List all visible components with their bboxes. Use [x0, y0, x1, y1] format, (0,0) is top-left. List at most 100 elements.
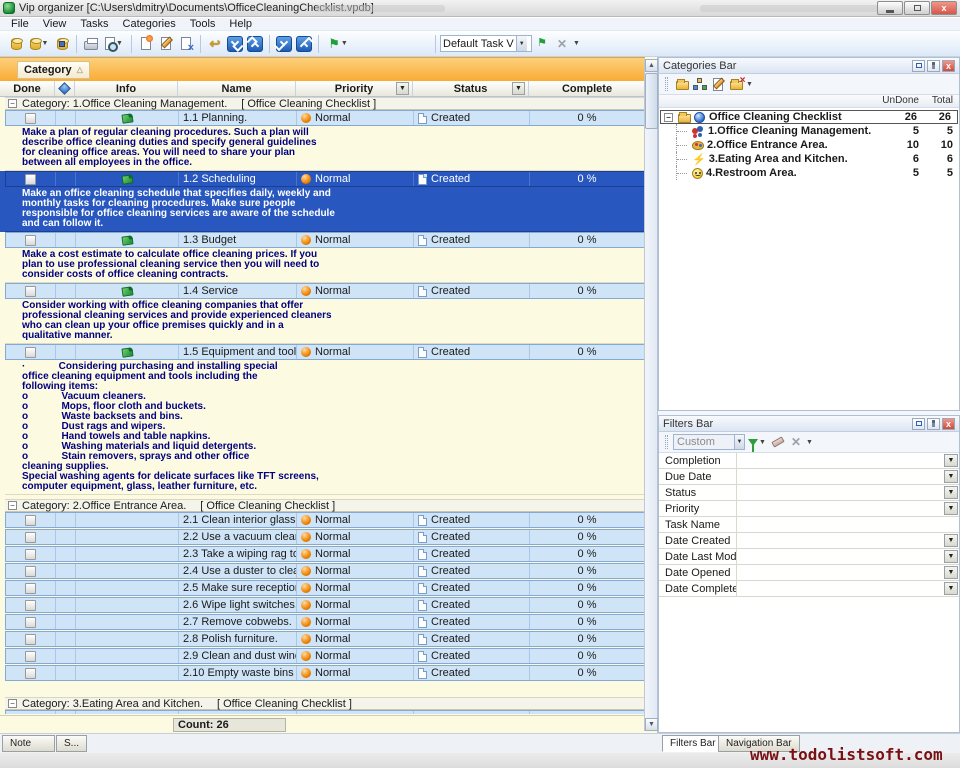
remove-filter-button[interactable]: ✕ [787, 434, 805, 451]
filter-dropdown-icon[interactable]: ▼ [944, 550, 958, 563]
menu-help[interactable]: Help [222, 18, 259, 31]
filter-dropdown-icon[interactable]: ▼ [944, 486, 958, 499]
menu-tools[interactable]: Tools [183, 18, 223, 31]
done-checkbox[interactable] [25, 286, 36, 297]
task-row-2-9[interactable]: 2.9 Clean and dust window Normal Created… [5, 648, 645, 664]
group-row-2[interactable]: − Category: 2.Office Entrance Area. [ Of… [5, 499, 645, 512]
task-row-2-1[interactable]: 2.1 Clean interior glass Normal Created … [5, 512, 645, 528]
collapse-group-icon[interactable]: − [8, 501, 17, 510]
panel-close-icon[interactable]: x [942, 418, 955, 430]
column-undone[interactable]: UnDone [873, 95, 919, 107]
filter-dropdown-icon[interactable]: ▼ [944, 454, 958, 467]
apply-filter-button[interactable]: ▼ [745, 434, 769, 451]
filter-dropdown-icon[interactable]: ▼ [944, 534, 958, 547]
done-checkbox[interactable] [25, 347, 36, 358]
priority-filter-dropdown[interactable]: ▼ [396, 82, 409, 95]
filter-value-input[interactable] [737, 469, 943, 484]
menu-categories[interactable]: Categories [116, 18, 183, 31]
edit-category-button[interactable] [709, 76, 727, 93]
task-row-2-3[interactable]: 2.3 Take a wiping rag to wash Normal Cre… [5, 546, 645, 562]
panel-pin-icon[interactable] [927, 60, 940, 72]
toolbar-overflow-icon[interactable]: ▼ [573, 40, 580, 47]
new-category-button[interactable] [673, 76, 691, 93]
filter-preset-combobox[interactable]: Custom ▼ [673, 434, 745, 450]
task-row-2-5[interactable]: 2.5 Make sure reception Normal Created 0… [5, 580, 645, 596]
vertical-scrollbar[interactable]: ▲ ▼ [644, 59, 657, 731]
tree-node-category-1[interactable]: 1.Office Cleaning Management. 5 5 [659, 124, 959, 138]
new-task-button[interactable] [136, 34, 156, 54]
move-down-button[interactable] [225, 34, 245, 54]
scroll-up-icon[interactable]: ▲ [645, 59, 658, 72]
done-checkbox[interactable] [25, 235, 36, 246]
task-row-2-2[interactable]: 2.2 Use a vacuum cleaner to Normal Creat… [5, 529, 645, 545]
done-checkbox[interactable] [25, 634, 36, 645]
filter-value-input[interactable] [737, 517, 959, 532]
categories-bar-header[interactable]: Categories Bar x [659, 58, 959, 74]
task-row-2-6[interactable]: 2.6 Wipe light switches, door Normal Cre… [5, 597, 645, 613]
group-by-band[interactable]: Category △ [0, 57, 645, 81]
filters-bar-header[interactable]: Filters Bar x [659, 416, 959, 432]
panel-restore-icon[interactable] [912, 418, 925, 430]
move-up-button[interactable] [245, 34, 265, 54]
menu-file[interactable]: File [4, 18, 36, 31]
collapse-group-icon[interactable]: − [8, 699, 17, 708]
combo-spinner[interactable]: ▼ [734, 435, 744, 449]
panel-restore-icon[interactable] [912, 60, 925, 72]
scroll-down-icon[interactable]: ▼ [645, 718, 658, 731]
collapse-group-icon[interactable]: − [8, 99, 17, 108]
clear-view-button[interactable]: ✕ [552, 34, 572, 54]
task-row-1-4[interactable]: 1.4 Service Normal Created 0 % [5, 283, 645, 299]
filter-dropdown-icon[interactable]: ▼ [944, 470, 958, 483]
filter-dropdown-icon[interactable]: ▼ [944, 502, 958, 515]
filter-dropdown-icon[interactable]: ▼ [944, 566, 958, 579]
minimize-button[interactable] [877, 1, 903, 15]
scrollbar-thumb[interactable] [645, 73, 658, 129]
title-bar[interactable]: Vip organizer [C:\Users\dmitry\Documents… [0, 0, 960, 17]
filters-toolbar-overflow-icon[interactable]: ▼ [806, 439, 813, 446]
task-row-2-7[interactable]: 2.7 Remove cobwebs. Normal Created 0 % [5, 614, 645, 630]
combo-spinner[interactable]: ▼ [516, 36, 527, 51]
column-header-status[interactable]: Status▼ [413, 81, 529, 96]
column-header-name[interactable]: Name [178, 81, 296, 96]
filter-value-input[interactable] [737, 565, 943, 580]
filter-value-input[interactable] [737, 453, 943, 468]
task-row-1-2[interactable]: 1.2 Scheduling Normal Created 0 % [5, 171, 645, 187]
task-row-2-4[interactable]: 2.4 Use a duster to clean Normal Created… [5, 563, 645, 579]
apply-view-button[interactable]: ⚑ [532, 34, 552, 54]
collapse-tree-icon[interactable]: − [664, 113, 673, 122]
task-view-combobox[interactable]: Default Task V ▼ [440, 35, 532, 52]
filter-value-input[interactable] [737, 581, 943, 596]
column-header-done[interactable]: Done [0, 81, 55, 96]
column-header-info[interactable]: Info [75, 81, 178, 96]
new-database-button[interactable] [6, 34, 26, 54]
done-checkbox[interactable] [25, 174, 36, 185]
delete-task-button[interactable] [176, 34, 196, 54]
task-row-1-3[interactable]: 1.3 Budget Normal Created 0 % [5, 232, 645, 248]
menu-tasks[interactable]: Tasks [73, 18, 115, 31]
filter-value-input[interactable] [737, 533, 943, 548]
delete-category-button[interactable] [727, 76, 745, 93]
panel-close-icon[interactable]: x [942, 60, 955, 72]
tree-node-category-4[interactable]: 4.Restroom Area. 5 5 [659, 166, 959, 180]
filter-value-input[interactable] [737, 485, 943, 500]
filter-value-input[interactable] [737, 549, 943, 564]
column-header-priority[interactable]: Priority▼ [296, 81, 413, 96]
menu-view[interactable]: View [36, 18, 74, 31]
column-header-complete[interactable]: Complete [529, 81, 645, 96]
tab-s[interactable]: S... [56, 735, 87, 752]
done-checkbox[interactable] [25, 583, 36, 594]
done-checkbox[interactable] [25, 566, 36, 577]
done-checkbox[interactable] [25, 113, 36, 124]
clear-filter-values-button[interactable] [769, 434, 787, 451]
task-view-flag-button[interactable]: ⚑▼ [323, 34, 353, 54]
task-row-2-8[interactable]: 2.8 Polish furniture. Normal Created 0 % [5, 631, 645, 647]
collapse-all-button[interactable] [294, 34, 314, 54]
categories-toolbar-overflow-icon[interactable]: ▼ [746, 81, 753, 88]
new-subcategory-button[interactable] [691, 76, 709, 93]
tree-node-checklist[interactable]: − Office Cleaning Checklist 26 26 [660, 110, 958, 124]
open-database-button[interactable]: ▼ [26, 34, 52, 54]
tree-node-category-3[interactable]: ⚡ 3.Eating Area and Kitchen. 6 6 [659, 152, 959, 166]
expand-all-button[interactable] [274, 34, 294, 54]
done-checkbox[interactable] [25, 549, 36, 560]
edit-task-button[interactable] [156, 34, 176, 54]
